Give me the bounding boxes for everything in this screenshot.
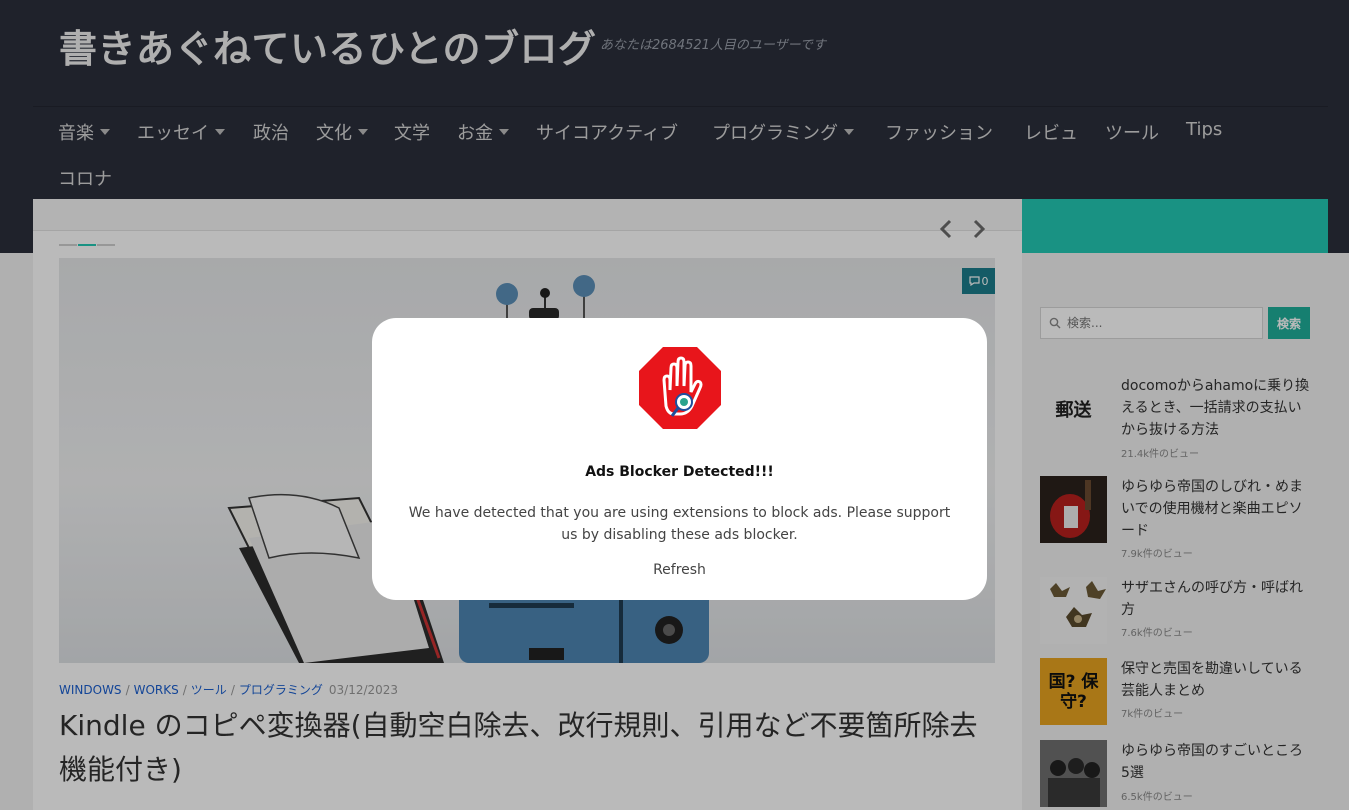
refresh-link: Refresh (372, 562, 987, 578)
modal-title: Ads Blocker Detected!!! (585, 464, 774, 480)
stop-hand-icon (639, 347, 721, 429)
refresh-button[interactable]: Refresh (653, 562, 706, 578)
modal-message: We have detected that you are using exte… (408, 505, 951, 543)
adblock-modal: Ads Blocker Detected!!! We have detected… (372, 318, 987, 600)
